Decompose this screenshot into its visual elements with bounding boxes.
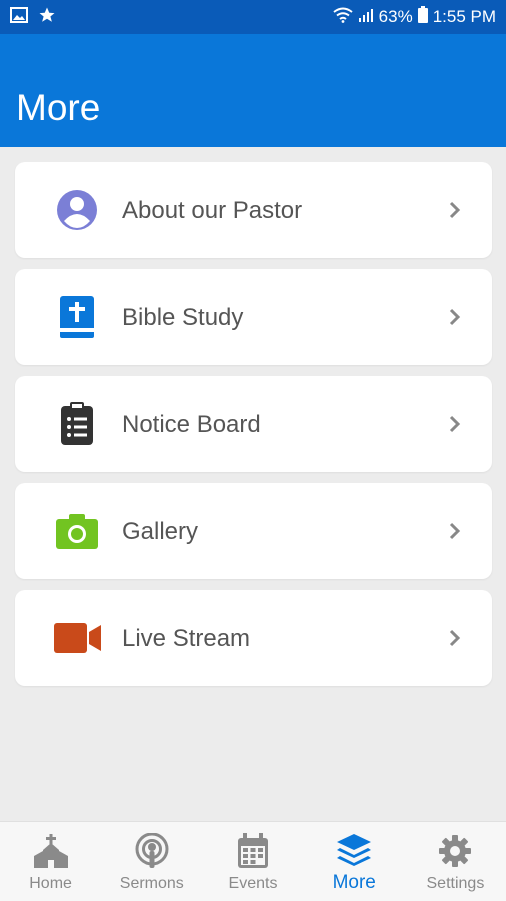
clipboard-list-icon bbox=[55, 402, 99, 446]
menu-item-bible-study[interactable]: Bible Study bbox=[15, 269, 492, 365]
battery-percent: 63% bbox=[378, 7, 413, 26]
menu-item-label: Notice Board bbox=[122, 411, 261, 438]
person-circle-icon bbox=[55, 188, 99, 232]
battery-icon bbox=[417, 6, 428, 28]
clock: 1:55 PM bbox=[432, 7, 496, 26]
video-camera-icon bbox=[53, 616, 103, 660]
star-icon bbox=[38, 6, 56, 29]
page-title: More bbox=[16, 87, 101, 128]
nav-label: Events bbox=[228, 875, 278, 892]
bottom-navigation: Home Sermons Events More Settings bbox=[0, 821, 506, 901]
nav-more[interactable]: More bbox=[304, 822, 405, 901]
signal-icon bbox=[358, 7, 374, 28]
image-icon bbox=[10, 6, 28, 28]
chevron-right-icon bbox=[447, 307, 463, 327]
nav-sermons[interactable]: Sermons bbox=[101, 822, 202, 901]
menu-item-label: Gallery bbox=[122, 518, 199, 545]
menu-item-gallery[interactable]: Gallery bbox=[15, 483, 492, 579]
menu-item-label: About our Pastor bbox=[122, 197, 303, 224]
menu-list: About our Pastor Bible Study Notice Boar… bbox=[15, 162, 492, 697]
menu-item-label: Live Stream bbox=[122, 625, 251, 652]
layers-icon bbox=[336, 833, 372, 869]
nav-settings[interactable]: Settings bbox=[405, 822, 506, 901]
nav-label: More bbox=[332, 872, 376, 893]
wifi-icon bbox=[333, 7, 353, 28]
menu-item-notice-board[interactable]: Notice Board bbox=[15, 376, 492, 472]
app-bar: More bbox=[0, 34, 506, 147]
chevron-right-icon bbox=[447, 628, 463, 648]
menu-item-live-stream[interactable]: Live Stream bbox=[15, 590, 492, 686]
chevron-right-icon bbox=[447, 414, 463, 434]
podcast-icon bbox=[134, 833, 170, 869]
menu-item-about-our-pastor[interactable]: About our Pastor bbox=[15, 162, 492, 258]
camera-icon bbox=[55, 509, 99, 553]
nav-label: Home bbox=[29, 875, 72, 892]
calendar-icon bbox=[235, 833, 271, 869]
church-icon bbox=[33, 833, 69, 869]
bible-icon bbox=[55, 295, 99, 339]
menu-item-label: Bible Study bbox=[122, 304, 244, 331]
status-bar: 63% 1:55 PM bbox=[0, 0, 506, 34]
nav-label: Settings bbox=[426, 875, 485, 892]
nav-events[interactable]: Events bbox=[202, 822, 303, 901]
nav-label: Sermons bbox=[119, 875, 184, 892]
gear-icon bbox=[437, 833, 473, 869]
chevron-right-icon bbox=[447, 521, 463, 541]
nav-home[interactable]: Home bbox=[0, 822, 101, 901]
chevron-right-icon bbox=[447, 200, 463, 220]
